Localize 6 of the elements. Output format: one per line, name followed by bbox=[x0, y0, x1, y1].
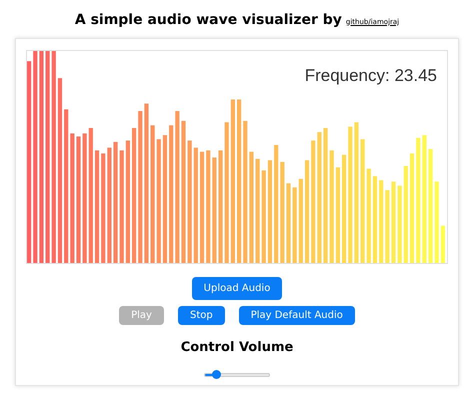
audio-control-button[interactable]: Stop bbox=[178, 306, 225, 325]
volume-label: Control Volume bbox=[180, 339, 294, 357]
upload-button[interactable]: Upload Audio bbox=[192, 277, 282, 300]
audio-control-button[interactable]: Play Default Audio bbox=[238, 306, 355, 325]
frequency-text: Frequency: 23.45 bbox=[304, 65, 437, 87]
page-title: A simple audio wave visualizer by bbox=[74, 11, 342, 29]
